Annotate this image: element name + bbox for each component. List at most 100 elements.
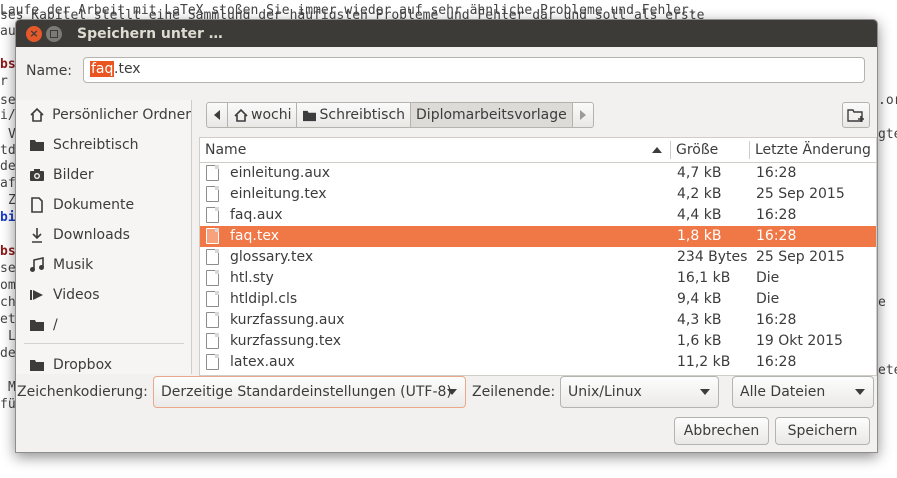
sidebar-item-home[interactable]: Persönlicher Ordner xyxy=(16,100,191,130)
chevron-right-icon xyxy=(579,110,586,120)
file-icon xyxy=(206,165,219,181)
path-segment-desktop[interactable]: Schreibtisch xyxy=(296,102,412,128)
file-row[interactable]: einleitung.aux 4,7 kB 16:28 xyxy=(200,163,876,184)
file-modified: 16:28 xyxy=(756,312,797,328)
column-modified[interactable]: Letzte Änderung xyxy=(755,142,871,158)
sidebar-item-videos[interactable]: Videos xyxy=(16,280,191,310)
file-size: 1,8 kB xyxy=(677,228,722,244)
sidebar-item-label: Bilder xyxy=(53,167,94,183)
path-back-button[interactable] xyxy=(206,102,228,128)
minimize-button[interactable] xyxy=(46,25,62,42)
save-button-label: Speichern xyxy=(787,423,858,439)
save-as-dialog: × Speichern unter … Name: faq .tex Persö… xyxy=(15,19,878,453)
file-icon xyxy=(206,312,219,328)
column-name[interactable]: Name xyxy=(205,142,246,158)
file-row[interactable]: faq.aux 4,4 kB 16:28 xyxy=(200,205,876,226)
filter-select[interactable]: Alle Dateien xyxy=(732,376,874,408)
sidebar-item-root[interactable]: / xyxy=(16,310,191,340)
file-row[interactable]: kurzfassung.aux 4,3 kB 16:28 xyxy=(200,310,876,331)
cancel-button[interactable]: Abbrechen xyxy=(674,417,769,445)
path-forward-button[interactable] xyxy=(571,102,594,128)
download-icon xyxy=(28,226,46,244)
lineend-select[interactable]: Unix/Linux xyxy=(560,376,719,408)
file-list: Name Größe Letzte Änderung einleitung.au… xyxy=(199,137,877,376)
file-name: faq.tex xyxy=(230,228,279,244)
file-row-selected[interactable]: faq.tex 1,8 kB 16:28 xyxy=(200,226,876,247)
file-icon xyxy=(206,249,219,265)
sidebar-item-desktop[interactable]: Schreibtisch xyxy=(16,130,191,160)
close-icon: × xyxy=(29,27,39,40)
editor-line: gte xyxy=(878,127,897,142)
video-icon xyxy=(28,286,46,304)
path-segment-home[interactable]: wochi xyxy=(227,102,298,128)
folder-icon xyxy=(28,136,46,154)
editor-line: bs xyxy=(0,244,16,259)
file-size: 11,2 kB xyxy=(677,354,731,370)
file-name: kurzfassung.aux xyxy=(230,312,345,328)
file-icon xyxy=(206,270,219,286)
file-icon xyxy=(206,228,219,244)
sidebar-item-pictures[interactable]: Bilder xyxy=(16,160,191,190)
file-modified: Die xyxy=(756,291,780,307)
file-modified: 25 Sep 2015 xyxy=(756,186,845,202)
close-button[interactable]: × xyxy=(26,25,42,42)
file-row[interactable]: einleitung.tex 4,2 kB 25 Sep 2015 xyxy=(200,184,876,205)
file-icon xyxy=(206,207,219,223)
sidebar-item-documents[interactable]: Dokumente xyxy=(16,190,191,220)
column-separator xyxy=(670,141,671,159)
home-icon xyxy=(28,106,45,124)
editor-line: au xyxy=(0,24,16,39)
sidebar-divider xyxy=(24,343,184,344)
file-modified: 16:28 xyxy=(756,165,797,181)
encoding-select[interactable]: Derzeitige Standardeinstellungen (UTF-8) xyxy=(153,376,466,408)
titlebar: × Speichern unter … xyxy=(16,20,877,47)
file-row[interactable]: glossary.tex 234 Bytes 25 Sep 2015 xyxy=(200,247,876,268)
file-size: 4,2 kB xyxy=(677,186,722,202)
file-size: 9,4 kB xyxy=(677,291,722,307)
file-row[interactable]: htldipl.cls 9,4 kB Die xyxy=(200,289,876,310)
file-modified: 16:28 xyxy=(756,354,797,370)
sidebar-item-dropbox[interactable]: Dropbox xyxy=(16,350,191,374)
file-size: 4,7 kB xyxy=(677,165,722,181)
file-name: faq.aux xyxy=(230,207,283,223)
chevron-down-icon xyxy=(855,389,865,395)
path-segment-label: Diplomarbeitsvorlage xyxy=(416,107,567,123)
places-sidebar: Persönlicher Ordner Schreibtisch Bilder … xyxy=(16,100,192,374)
file-row[interactable]: htl.sty 16,1 kB Die xyxy=(200,268,876,289)
filename-row: Name: faq .tex xyxy=(16,57,877,85)
camera-icon xyxy=(28,166,46,184)
encoding-label: Zeichenkodierung: xyxy=(17,384,148,400)
home-icon xyxy=(233,108,249,123)
file-name: kurzfassung.tex xyxy=(230,333,341,349)
lineend-label: Zeilenende: xyxy=(472,384,556,400)
editor-line: de xyxy=(0,346,16,361)
filter-value: Alle Dateien xyxy=(740,384,826,400)
editor-line: se xyxy=(0,261,16,276)
document-icon xyxy=(28,196,46,214)
editor-line: ete xyxy=(878,363,897,378)
file-name: glossary.tex xyxy=(230,249,314,265)
editor-line: de xyxy=(0,159,16,174)
column-size[interactable]: Größe xyxy=(676,142,718,158)
sort-ascending-icon xyxy=(652,147,662,153)
file-modified: 19 Okt 2015 xyxy=(756,333,843,349)
chevron-left-icon xyxy=(214,110,220,120)
editor-line: .or xyxy=(878,93,897,108)
sidebar-item-music[interactable]: Musik xyxy=(16,250,191,280)
file-size: 1,6 kB xyxy=(677,333,722,349)
editor-line: e xyxy=(878,295,886,310)
save-button[interactable]: Speichern xyxy=(775,417,870,445)
name-label: Name: xyxy=(26,63,73,79)
folder-icon xyxy=(28,356,46,374)
filename-selected-text: faq xyxy=(90,61,115,77)
chevron-down-icon xyxy=(700,389,710,395)
file-row[interactable]: latex.aux 11,2 kB 16:28 xyxy=(200,352,876,373)
create-folder-button[interactable] xyxy=(842,102,870,128)
file-row[interactable]: kurzfassung.tex 1,6 kB 19 Okt 2015 xyxy=(200,331,876,352)
sidebar-item-label: Downloads xyxy=(53,227,130,243)
sidebar-item-downloads[interactable]: Downloads xyxy=(16,220,191,250)
sidebar-item-label: / xyxy=(53,317,58,333)
path-segment-current[interactable]: Diplomarbeitsvorlage xyxy=(410,102,573,128)
filename-input[interactable]: faq .tex xyxy=(83,57,865,83)
file-list-header: Name Größe Letzte Änderung xyxy=(200,138,876,163)
